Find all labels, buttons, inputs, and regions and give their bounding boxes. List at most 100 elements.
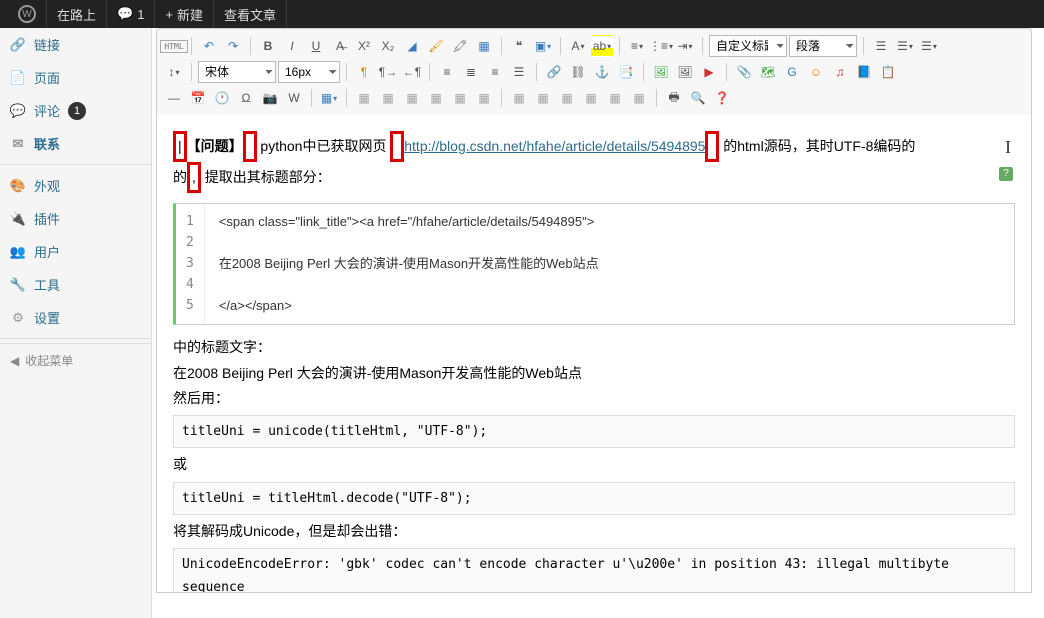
align-justify-button[interactable]: ☰ — [508, 61, 530, 83]
indent-button[interactable]: ⇥▾ — [674, 35, 696, 57]
sidebar-item-contact[interactable]: ✉ 联系 — [0, 127, 151, 160]
attachment-button[interactable]: 📎 — [733, 61, 755, 83]
help-badge-icon[interactable]: ? — [999, 167, 1013, 181]
video-button[interactable]: ▶ — [698, 61, 720, 83]
view-post[interactable]: 查看文章 — [214, 0, 287, 28]
cell6-button[interactable]: ▦ — [628, 87, 650, 109]
editor-main: HTML ↶ ↷ B I U A̶ X² X₂ ◢ 🖌 🖍 ▦ ❝ ▣▾ A▾ … — [152, 28, 1036, 618]
sidebar-item-settings[interactable]: ⚙ 设置 — [0, 301, 151, 334]
problem-text: python中已获取网页 — [260, 138, 386, 154]
multi-image-button[interactable]: 🖼 — [674, 61, 696, 83]
layout2-button[interactable]: ☰▾ — [894, 35, 916, 57]
editor-content[interactable]: I ? |【问题】 python中已获取网页 http://blog.csdn.… — [156, 115, 1032, 593]
cell5-button[interactable]: ▦ — [604, 87, 626, 109]
bold-button[interactable]: B — [257, 35, 279, 57]
font-family-select[interactable]: 宋体 — [198, 61, 276, 83]
format-painter-button[interactable]: 🖍 — [449, 35, 471, 57]
doc-button[interactable]: 📘 — [853, 61, 875, 83]
line-height-button[interactable]: ↕▾ — [163, 61, 185, 83]
red-highlight — [243, 131, 257, 162]
admin-sidebar: 🔗 链接 📄 页面 💬 评论 1 ✉ 联系 🎨 外观 🔌 插件 👥 用户 🔧 工… — [0, 28, 152, 618]
new-content-menu[interactable]: + 新建 — [155, 0, 214, 28]
insert-row-button[interactable]: ▦ — [401, 87, 423, 109]
code-button[interactable]: ▣▾ — [532, 35, 554, 57]
align-left-button[interactable]: ≡ — [436, 61, 458, 83]
font-size-select[interactable]: 16px — [278, 61, 340, 83]
insert-col-button[interactable]: ▦ — [425, 87, 447, 109]
search-button[interactable]: 🔍 — [687, 87, 709, 109]
superscript-button[interactable]: X² — [353, 35, 375, 57]
problem-url-link[interactable]: http://blog.csdn.net/hfahe/article/detai… — [404, 138, 705, 154]
problem-text2: 的html源码，其时UTF-8编码的 — [723, 138, 915, 154]
delete-row-button[interactable]: ▦ — [449, 87, 471, 109]
quote-button[interactable]: ❝ — [508, 35, 530, 57]
comments-menu[interactable]: 💬 1 — [107, 0, 155, 28]
sidebar-item-plugins[interactable]: 🔌 插件 — [0, 202, 151, 235]
bg-color-button[interactable]: ab▾ — [591, 35, 613, 57]
brush-button[interactable]: 🖌 — [425, 35, 447, 57]
align-center-button[interactable]: ≣ — [460, 61, 482, 83]
cell4-button[interactable]: ▦ — [580, 87, 602, 109]
sidebar-item-appearance[interactable]: 🎨 外观 — [0, 169, 151, 202]
problem-label: 【问题】 — [187, 138, 243, 154]
unlink-button[interactable]: ⛓ — [567, 61, 589, 83]
collapse-menu[interactable]: ◀ 收起菜单 — [0, 343, 151, 377]
rtl-button[interactable]: ←¶ — [401, 61, 423, 83]
template-button[interactable]: 📋 — [877, 61, 899, 83]
date-button[interactable]: 📅 — [187, 87, 209, 109]
strikethrough-button[interactable]: A̶ — [329, 35, 351, 57]
cell2-button[interactable]: ▦ — [532, 87, 554, 109]
italic-button[interactable]: I — [281, 35, 303, 57]
layout3-button[interactable]: ☰▾ — [918, 35, 940, 57]
map-button[interactable]: 🗺 — [757, 61, 779, 83]
sidebar-item-comments[interactable]: 💬 评论 1 — [0, 94, 151, 127]
layout1-button[interactable]: ☰ — [870, 35, 892, 57]
cell3-button[interactable]: ▦ — [556, 87, 578, 109]
image-button[interactable]: 🖼 — [650, 61, 672, 83]
comment-icon: 💬 — [10, 103, 26, 119]
cell1-button[interactable]: ▦ — [508, 87, 530, 109]
split-cells-button[interactable]: ▦ — [377, 87, 399, 109]
sidebar-item-links[interactable]: 🔗 链接 — [0, 28, 151, 61]
heading-select[interactable]: 自定义标题 — [709, 35, 787, 57]
time-button[interactable]: 🕐 — [211, 87, 233, 109]
wp-logo-menu[interactable]: W — [8, 0, 47, 28]
redo-button[interactable]: ↷ — [222, 35, 244, 57]
clear-format-button[interactable]: ◢ — [401, 35, 423, 57]
special-char-button[interactable]: Ω — [235, 87, 257, 109]
undo-button[interactable]: ↶ — [198, 35, 220, 57]
paragraph-select[interactable]: 段落 — [789, 35, 857, 57]
code-line: </a></span> — [219, 296, 599, 317]
align-right-button[interactable]: ≡ — [484, 61, 506, 83]
underline-button[interactable]: U — [305, 35, 327, 57]
subscript-button[interactable]: X₂ — [377, 35, 399, 57]
sidebar-item-pages[interactable]: 📄 页面 — [0, 61, 151, 94]
help-button[interactable]: ❓ — [711, 87, 733, 109]
anchor-button[interactable]: ⚓ — [591, 61, 613, 83]
pilcrow-button[interactable]: ¶ — [353, 61, 375, 83]
site-name[interactable]: 在路上 — [47, 0, 107, 28]
sidebar-item-tools[interactable]: 🔧 工具 — [0, 268, 151, 301]
print-button[interactable]: 🖶 — [663, 87, 685, 109]
html-source-button[interactable]: HTML — [163, 35, 185, 57]
merge-cells-button[interactable]: ▦ — [353, 87, 375, 109]
ltr-button[interactable]: ¶→ — [377, 61, 399, 83]
unordered-list-button[interactable]: ⋮≡▾ — [650, 35, 672, 57]
emoji-button[interactable]: ☺ — [805, 61, 827, 83]
link-button[interactable]: 🔗 — [543, 61, 565, 83]
bookmark-button[interactable]: 📑 — [615, 61, 637, 83]
red-highlight: | — [173, 131, 187, 162]
select-all-button[interactable]: ▦ — [473, 35, 495, 57]
snapshot-button[interactable]: 📷 — [259, 87, 281, 109]
user-icon: 👥 — [10, 244, 26, 260]
hr-button[interactable]: — — [163, 87, 185, 109]
word-button[interactable]: W — [283, 87, 305, 109]
music-button[interactable]: ♫ — [829, 61, 851, 83]
gmap-button[interactable]: G — [781, 61, 803, 83]
table-button[interactable]: ▦▾ — [318, 87, 340, 109]
ordered-list-button[interactable]: ≡▾ — [626, 35, 648, 57]
font-color-button[interactable]: A▾ — [567, 35, 589, 57]
sidebar-item-users[interactable]: 👥 用户 — [0, 235, 151, 268]
problem-text3: 提取出其标题部分： — [205, 169, 331, 185]
delete-col-button[interactable]: ▦ — [473, 87, 495, 109]
